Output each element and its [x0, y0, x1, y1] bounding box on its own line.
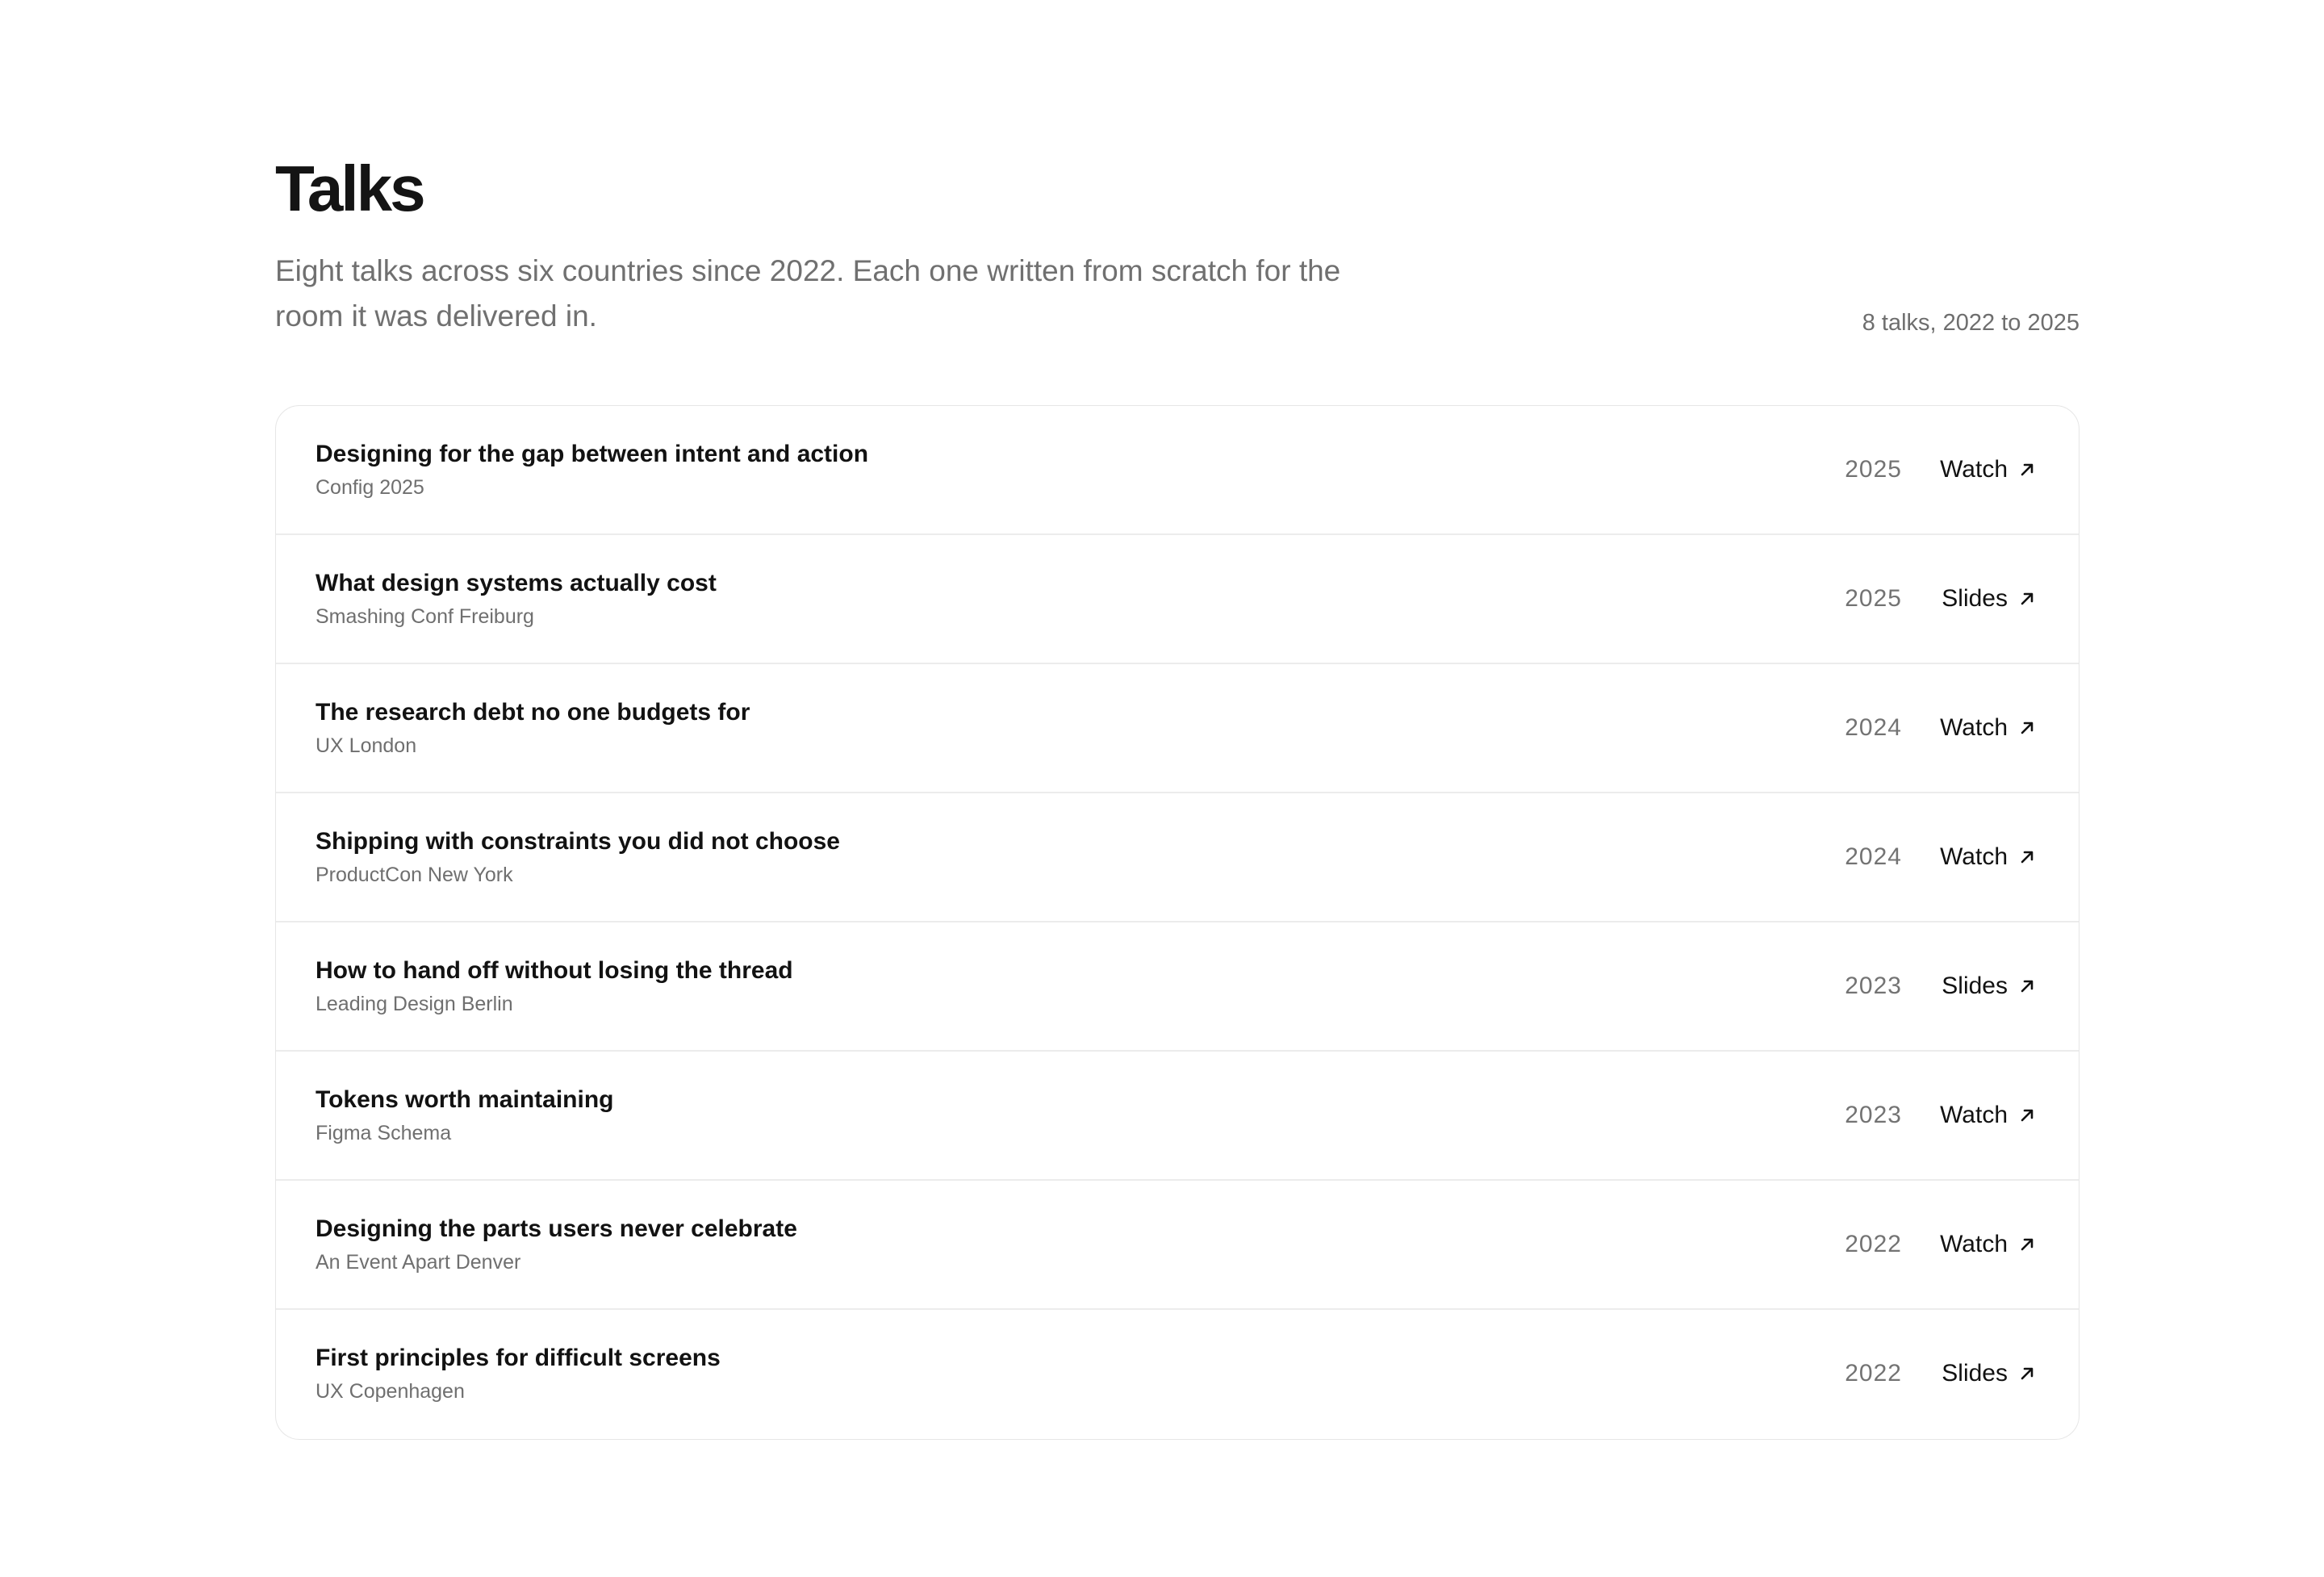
arrow-up-right-icon [2021, 1109, 2034, 1122]
talk-title: Shipping with constraints you did not ch… [316, 828, 840, 855]
slides-link[interactable]: Slides [1942, 580, 2037, 617]
talk-title: First principles for difficult screens [316, 1345, 721, 1371]
talk-year: 2022 [1845, 1231, 1902, 1257]
link-label: Watch [1940, 714, 2008, 741]
talk-title: Tokens worth maintaining [316, 1086, 614, 1113]
talk-title: How to hand off without losing the threa… [316, 957, 793, 984]
arrow-up-right-icon [2021, 1367, 2034, 1380]
talk-title: What design systems actually cost [316, 570, 717, 596]
link-label: Watch [1940, 1231, 2008, 1257]
talk-row: First principles for difficult screens U… [276, 1310, 2079, 1439]
talk-year: 2024 [1845, 843, 1902, 870]
link-label: Slides [1942, 585, 2008, 612]
talk-event: Config 2025 [316, 476, 424, 499]
slides-link[interactable]: Slides [1942, 1355, 2037, 1392]
talk-title: The research debt no one budgets for [316, 699, 750, 726]
page-header: Talks Eight talks across six countries s… [275, 0, 2079, 405]
arrow-up-right-icon [2021, 463, 2034, 476]
talk-row: How to hand off without losing the threa… [276, 922, 2079, 1052]
arrow-up-right-icon [2021, 722, 2034, 734]
talks-summary: 8 talks, 2022 to 2025 [1862, 310, 2079, 336]
watch-link[interactable]: Watch [1940, 839, 2037, 876]
link-label: Watch [1940, 843, 2008, 870]
talk-event: UX Copenhagen [316, 1380, 465, 1403]
talk-year: 2022 [1845, 1360, 1902, 1387]
talk-row: Designing for the gap between intent and… [276, 406, 2079, 535]
arrow-up-right-icon [2021, 592, 2034, 605]
talk-event: Figma Schema [316, 1122, 452, 1144]
talk-list: Designing for the gap between intent and… [275, 405, 2079, 1440]
talk-year: 2023 [1845, 1102, 1902, 1128]
talk-row: Shipping with constraints you did not ch… [276, 793, 2079, 922]
arrow-up-right-icon [2021, 851, 2034, 864]
talk-row: What design systems actually cost Smashi… [276, 535, 2079, 664]
link-label: Watch [1940, 456, 2008, 483]
link-label: Slides [1942, 973, 2008, 999]
watch-link[interactable]: Watch [1940, 1226, 2037, 1263]
talk-event: ProductCon New York [316, 864, 513, 886]
page-title: Talks [275, 153, 426, 224]
watch-link[interactable]: Watch [1940, 1097, 2037, 1134]
talk-row: Tokens worth maintaining Figma Schema 20… [276, 1052, 2079, 1181]
page-intro: Eight talks across six countries since 2… [275, 254, 1341, 333]
talk-row: Designing the parts users never celebrat… [276, 1181, 2079, 1310]
link-label: Watch [1940, 1102, 2008, 1128]
arrow-up-right-icon [2021, 1238, 2034, 1251]
arrow-up-right-icon [2021, 980, 2034, 993]
talk-title: Designing the parts users never celebrat… [316, 1215, 797, 1242]
talk-title: Designing for the gap between intent and… [316, 441, 869, 467]
talk-event: An Event Apart Denver [316, 1251, 521, 1274]
talk-year: 2025 [1845, 585, 1902, 612]
slides-link[interactable]: Slides [1942, 968, 2037, 1005]
talks-page: Talks Eight talks across six countries s… [275, 0, 2079, 1440]
link-label: Slides [1942, 1360, 2008, 1387]
talk-event: Smashing Conf Freiburg [316, 605, 534, 628]
talk-row: The research debt no one budgets for UX … [276, 664, 2079, 793]
watch-link[interactable]: Watch [1940, 709, 2037, 747]
talk-year: 2025 [1845, 456, 1902, 483]
talk-event: Leading Design Berlin [316, 993, 513, 1015]
talk-year: 2023 [1845, 973, 1902, 999]
watch-link[interactable]: Watch [1940, 451, 2037, 488]
talk-year: 2024 [1845, 714, 1902, 741]
talk-event: UX London [316, 734, 417, 757]
